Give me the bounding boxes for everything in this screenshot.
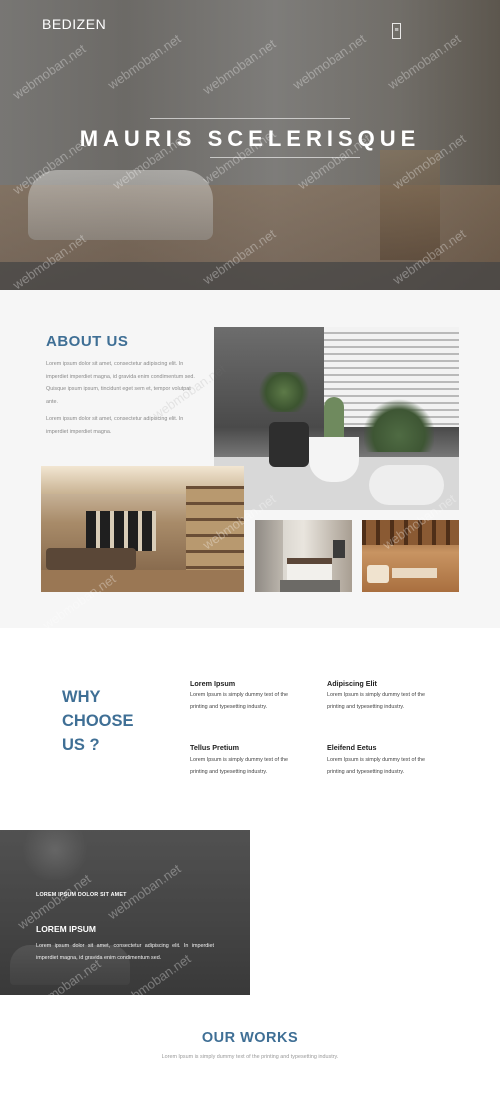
banner-kicker: LOREM IPSUM DOLOR SIT AMET (36, 892, 127, 898)
feature-banner: LOREM IPSUM DOLOR SIT AMET LOREM IPSUM L… (0, 830, 250, 995)
watermark: webmoban.net (105, 31, 184, 93)
watermark: webmoban.net (385, 31, 464, 93)
why-title: WHY CHOOSE US ? (62, 685, 162, 757)
about-paragraph-1: Lorem ipsum dolor sit amet, consectetur … (46, 361, 195, 405)
attic-room-photo (362, 520, 459, 592)
hero-shelf-image (380, 150, 440, 260)
watermark: webmoban.net (200, 36, 279, 98)
bedroom-photo (255, 520, 352, 592)
banner-text: Lorem ipsum dolor sit amet, consectetur … (36, 943, 214, 961)
why-title-line-3: US ? (62, 736, 100, 754)
watermark: webmoban.net (290, 31, 369, 93)
plants-photo (214, 327, 459, 510)
hero-bench-image (28, 170, 213, 240)
feature-text: Lorem Ipsum is simply dummy text of the … (327, 692, 425, 710)
hero-section: BEDIZEN ≡ MAURIS SCELERISQUE webmoban.ne… (0, 0, 500, 290)
living-room-photo (41, 466, 244, 592)
works-subtitle: Lorem Ipsum is simply dummy text of the … (161, 1054, 339, 1060)
menu-toggle-icon[interactable]: ≡ (392, 23, 401, 39)
hero-title: MAURIS SCELERISQUE (79, 126, 421, 151)
about-paragraph-2: Lorem ipsum dolor sit amet, consectetur … (46, 416, 184, 435)
feature-title: Adipiscing Elit (327, 679, 377, 688)
hero-bottom-band (0, 262, 500, 290)
feature-title: Lorem Ipsum (190, 679, 236, 688)
banner-title: LOREM IPSUM (36, 924, 96, 934)
why-title-line-1: WHY (62, 688, 101, 706)
about-section: ABOUT US Lorem ipsum dolor sit amet, con… (0, 290, 500, 632)
watermark: webmoban.net (10, 41, 89, 103)
works-title: OUR WORKS (201, 1030, 299, 1046)
hero-divider-top (150, 118, 350, 119)
brand-logo[interactable]: BEDIZEN (42, 16, 106, 32)
feature-text: Lorem Ipsum is simply dummy text of the … (190, 757, 288, 775)
feature-title: Eleifend Eetus (327, 743, 377, 752)
feature-text: Lorem Ipsum is simply dummy text of the … (327, 757, 425, 775)
about-title: ABOUT US (46, 333, 129, 350)
feature-text: Lorem Ipsum is simply dummy text of the … (190, 692, 288, 710)
feature-title: Tellus Pretium (190, 743, 239, 752)
why-title-line-2: CHOOSE (62, 712, 134, 730)
hero-divider-bottom (210, 157, 360, 158)
